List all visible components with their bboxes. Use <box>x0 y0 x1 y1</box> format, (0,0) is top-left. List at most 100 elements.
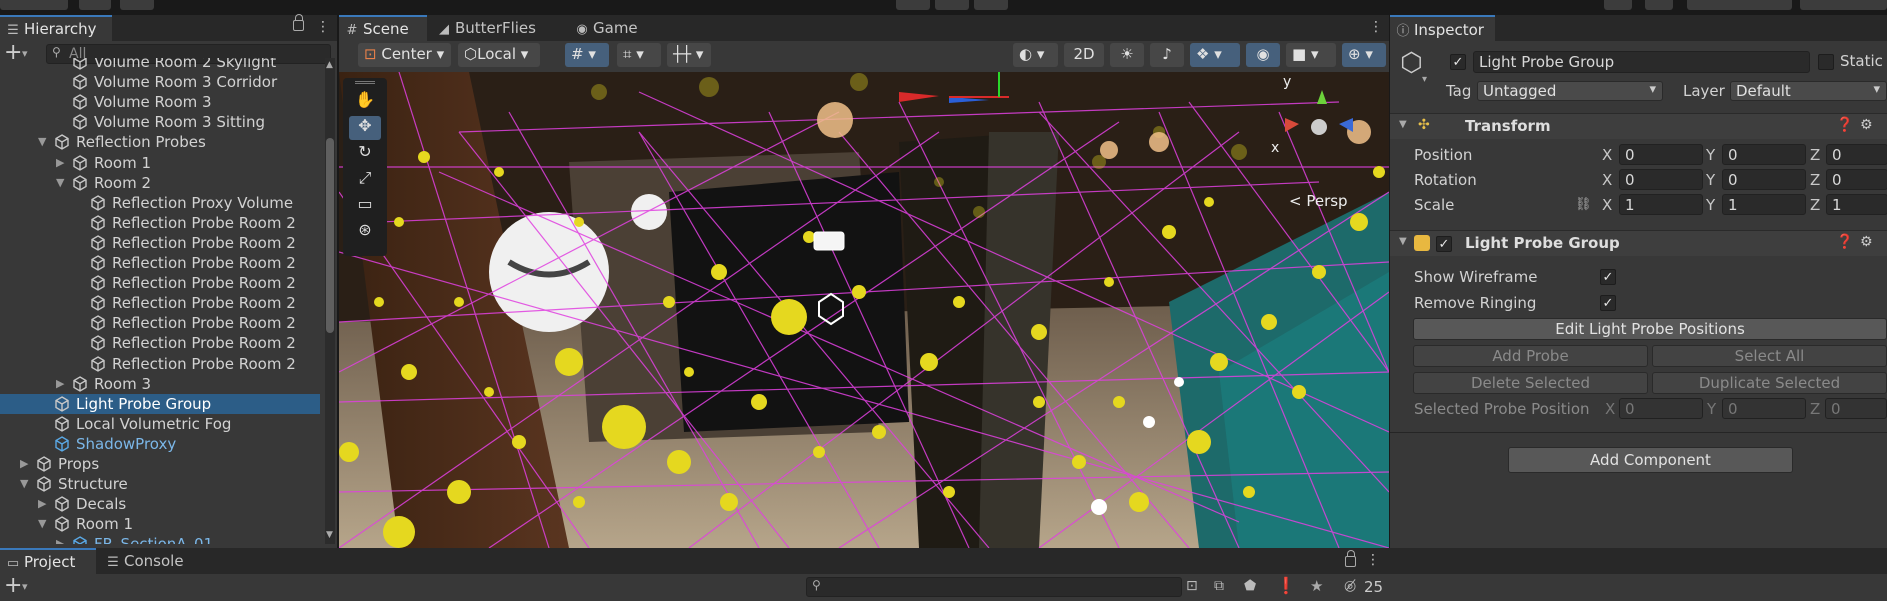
object-name-field[interactable]: Light Probe Group <box>1473 51 1810 73</box>
collapsed-arrow-icon[interactable]: ▶ <box>56 377 64 390</box>
hierarchy-row[interactable]: Local Volumetric Fog <box>0 414 320 434</box>
scale-y-field[interactable]: 1 <box>1722 194 1806 215</box>
position-z-field[interactable]: 0 <box>1826 144 1887 165</box>
search-button[interactable] <box>1645 0 1673 10</box>
mode-2d-toggle[interactable]: 2D <box>1064 43 1104 67</box>
collapsed-arrow-icon[interactable]: ▶ <box>20 457 28 470</box>
create-icon[interactable]: + <box>4 574 22 598</box>
rect-tool-icon[interactable]: ▭ <box>349 194 381 218</box>
duplicate-selected-button[interactable]: Duplicate Selected <box>1652 372 1887 394</box>
selected-x-field[interactable]: 0 <box>1619 398 1703 419</box>
tab-project[interactable]: ▭ Project <box>0 548 96 574</box>
hierarchy-row[interactable]: Light Probe Group <box>0 393 320 414</box>
filter-type-icon[interactable]: ⧉ <box>1214 578 1224 594</box>
rotate-tool-icon[interactable]: ↻ <box>349 142 381 166</box>
component-enabled-checkbox[interactable]: ✓ <box>1436 236 1452 252</box>
collapsed-arrow-icon[interactable]: ▶ <box>38 497 46 510</box>
remove-ringing-checkbox[interactable]: ✓ <box>1600 295 1616 311</box>
visibility-toggle[interactable]: ◉ <box>1246 43 1280 67</box>
add-component-button[interactable]: Add Component <box>1508 447 1793 473</box>
expanded-arrow-icon[interactable]: ▼ <box>56 176 64 189</box>
tab-hierarchy[interactable]: ☰ Hierarchy <box>0 15 112 41</box>
hand-tool-icon[interactable]: ✋ <box>349 90 381 114</box>
expanded-arrow-icon[interactable]: ▼ <box>38 135 46 148</box>
layout-dropdown[interactable] <box>1800 0 1887 10</box>
select-all-button[interactable]: Select All <box>1652 345 1887 367</box>
effects-dropdown[interactable]: ❖ ▾ <box>1190 43 1240 67</box>
collapsed-arrow-icon[interactable]: ▶ <box>56 156 64 169</box>
hierarchy-row[interactable]: ▶ Decals <box>0 494 320 514</box>
settings-icon[interactable]: ⚙ <box>1860 117 1873 133</box>
project-search-input[interactable]: ⚲ <box>806 577 1182 597</box>
scene-viewport[interactable]: ✋ ✥ ↻ ⤢ ▭ ⊛ y x < Persp <box>339 72 1389 548</box>
position-x-field[interactable]: 0 <box>1619 144 1703 165</box>
favorite-star-icon[interactable]: ★ <box>1310 577 1323 595</box>
hierarchy-row[interactable]: Reflection Proxy Volume <box>0 193 320 213</box>
foldout-arrow-icon[interactable]: ▼ <box>1399 119 1407 130</box>
audio-toggle[interactable]: ♪ <box>1150 43 1184 67</box>
hierarchy-row[interactable]: Reflection Probe Room 2 <box>0 253 320 273</box>
layers-dropdown[interactable] <box>1687 0 1792 10</box>
scale-z-field[interactable]: 1 <box>1826 194 1887 215</box>
pause-button[interactable] <box>935 0 969 10</box>
scroll-up-icon[interactable]: ▲ <box>326 60 333 70</box>
grid-snap-toggle[interactable]: # ▾ <box>565 43 609 67</box>
hierarchy-row[interactable]: ▶ Props <box>0 454 320 474</box>
layer-dropdown[interactable]: Default <box>1730 81 1887 101</box>
gizmos-dropdown[interactable]: ⊕ ▾ <box>1342 43 1386 67</box>
scale-x-field[interactable]: 1 <box>1619 194 1703 215</box>
hierarchy-scrollbar[interactable]: ▲ ▼ <box>325 58 335 544</box>
create-dropdown-icon[interactable]: ▾ <box>22 580 28 593</box>
undo-history-button[interactable] <box>1604 0 1632 10</box>
hierarchy-row[interactable]: Volume Room 2 Skylight <box>0 58 320 72</box>
static-checkbox[interactable] <box>1818 54 1834 70</box>
hierarchy-row[interactable]: Volume Room 3 Sitting <box>0 112 320 132</box>
hierarchy-row[interactable]: ShadowProxy <box>0 434 320 454</box>
hierarchy-row[interactable]: Volume Room 3 <box>0 92 320 112</box>
draw-mode-dropdown[interactable]: ◐ ▾ <box>1013 43 1058 67</box>
add-probe-button[interactable]: Add Probe <box>1413 345 1648 367</box>
hierarchy-row[interactable]: ▼ Room 1 <box>0 514 320 534</box>
tab-console[interactable]: ☰ Console <box>100 548 200 574</box>
search-by-type-icon[interactable]: ⊡ <box>1186 578 1198 594</box>
collapsed-arrow-icon[interactable]: ▶ <box>56 537 64 544</box>
tag-dropdown[interactable]: Untagged <box>1477 81 1663 101</box>
camera-dropdown[interactable]: ■ ▾ <box>1286 43 1336 67</box>
scale-tool-icon[interactable]: ⤢ <box>349 168 381 192</box>
rotation-x-field[interactable]: 0 <box>1619 169 1703 190</box>
icon-dropdown-icon[interactable]: ▾ <box>1422 74 1427 85</box>
hidden-packages-icon[interactable]: ◎̸ <box>1344 578 1356 594</box>
step-button[interactable] <box>974 0 1008 10</box>
lock-icon[interactable] <box>293 14 304 31</box>
expanded-arrow-icon[interactable]: ▼ <box>38 517 46 530</box>
hierarchy-row[interactable]: Reflection Probe Room 2 <box>0 293 320 313</box>
help-icon[interactable]: ❓ <box>1836 234 1853 250</box>
increment-snap-toggle[interactable]: ⌗ ▾ <box>617 43 661 67</box>
bottom-lock-icon[interactable] <box>1345 550 1356 567</box>
hierarchy-row[interactable]: Reflection Probe Room 2 <box>0 354 320 374</box>
transform-header[interactable]: ▼ ✣ Transform ❓ ⚙ <box>1390 113 1887 139</box>
show-wireframe-checkbox[interactable]: ✓ <box>1600 269 1616 285</box>
tab-scene[interactable]: # Scene <box>339 15 427 41</box>
position-y-field[interactable]: 0 <box>1722 144 1806 165</box>
scroll-down-icon[interactable]: ▼ <box>326 530 333 540</box>
scene-kebab-menu-icon[interactable]: ⋮ <box>1369 19 1383 35</box>
hierarchy-row[interactable]: Reflection Probe Room 2 <box>0 273 320 293</box>
hierarchy-row[interactable]: ▼ Room 2 <box>0 173 320 193</box>
hierarchy-row[interactable]: ▶ Room 3 <box>0 374 320 394</box>
projection-label[interactable]: < Persp <box>1289 192 1348 210</box>
foldout-arrow-icon[interactable]: ▼ <box>1399 236 1407 247</box>
play-button[interactable] <box>896 0 930 10</box>
label-icon[interactable]: ⬟ <box>1244 578 1256 594</box>
selected-y-field[interactable]: 0 <box>1722 398 1806 419</box>
rotation-z-field[interactable]: 0 <box>1826 169 1887 190</box>
settings-icon[interactable]: ⚙ <box>1860 234 1873 250</box>
active-checkbox[interactable]: ✓ <box>1450 54 1466 70</box>
pivot-mode-dropdown[interactable]: ⊡ Center ▾ <box>358 43 451 67</box>
hierarchy-row[interactable]: Reflection Probe Room 2 <box>0 333 320 353</box>
lighting-toggle[interactable]: ☀ <box>1110 43 1144 67</box>
delete-selected-button[interactable]: Delete Selected <box>1413 372 1648 394</box>
warning-icon[interactable]: ❗ <box>1276 576 1296 595</box>
hierarchy-row[interactable]: Volume Room 3 Corridor <box>0 72 320 92</box>
bottom-kebab-menu-icon[interactable]: ⋮ <box>1366 552 1380 568</box>
